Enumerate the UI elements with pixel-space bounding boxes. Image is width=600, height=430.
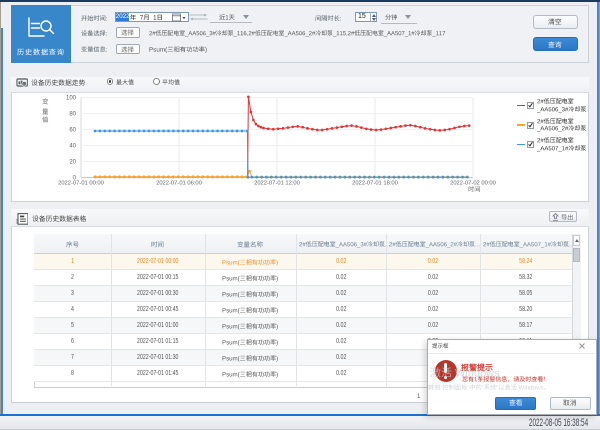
svg-text:80: 80 xyxy=(69,112,76,118)
svg-text:2022-07-01 12:00: 2022-07-01 12:00 xyxy=(254,181,300,187)
svg-text:60: 60 xyxy=(69,128,76,134)
svg-text:40: 40 xyxy=(69,144,76,150)
svg-text:2022-07-01 06:00: 2022-07-01 06:00 xyxy=(156,181,202,187)
svg-text:100: 100 xyxy=(66,96,77,102)
svg-text:20: 20 xyxy=(69,160,76,166)
svg-text:2022-07-01 00:00: 2022-07-01 00:00 xyxy=(58,181,104,187)
svg-text:2022-07-01 18:00: 2022-07-01 18:00 xyxy=(352,181,398,187)
